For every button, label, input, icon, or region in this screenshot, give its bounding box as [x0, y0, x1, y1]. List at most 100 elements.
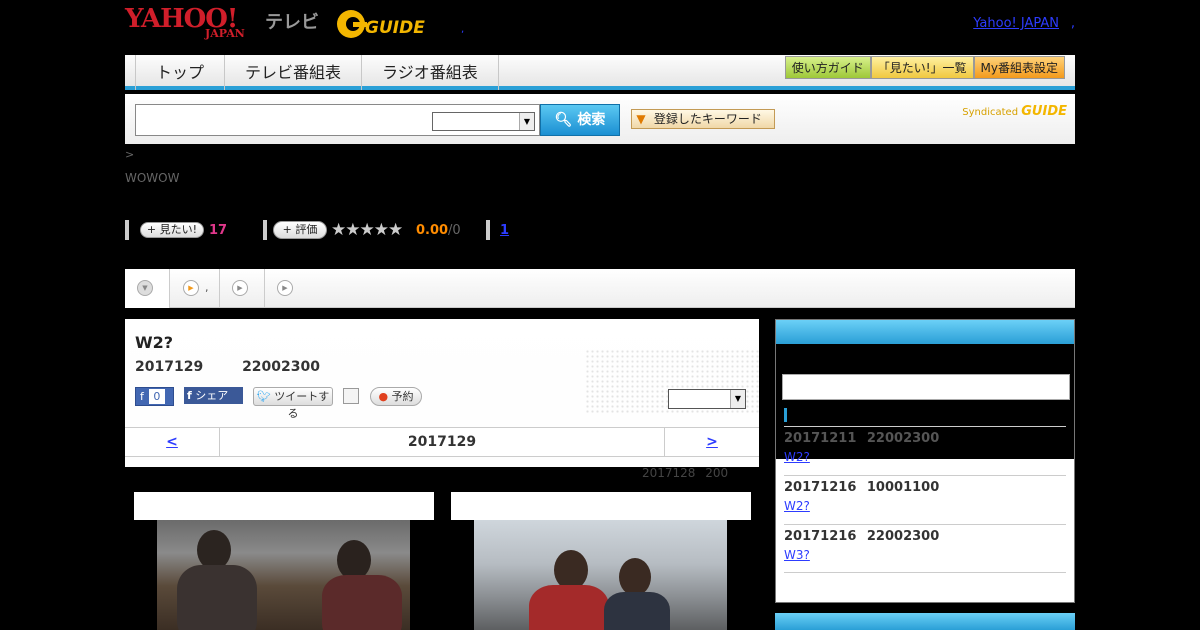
like-count: 0 — [148, 389, 165, 404]
search-button-label: 検索 — [577, 112, 606, 128]
play-icon: ▶ — [232, 280, 248, 296]
subtab-3[interactable]: ▶ — [220, 269, 265, 308]
rating-score: 0.00 — [416, 223, 449, 238]
plus-icon: + — [146, 223, 157, 236]
facebook-icon: f — [187, 389, 192, 402]
program-title: W2? — [135, 333, 174, 352]
sidebar-header — [776, 320, 1074, 344]
tab-tv-schedule[interactable]: テレビ番組表 — [225, 55, 363, 90]
photo-figure — [604, 592, 670, 630]
program-photo[interactable] — [474, 520, 727, 630]
watchlist-button[interactable]: 「見たい!」一覧 — [870, 56, 974, 79]
subtab-4[interactable]: ▶ — [265, 269, 310, 308]
photo-figure — [337, 540, 371, 580]
divider — [263, 220, 267, 240]
photo-figure — [619, 558, 651, 596]
want-to-watch-label: 見たい! — [159, 223, 198, 236]
yahoo-logo[interactable]: YAHOO! JAPAN — [125, 6, 245, 39]
next-date-link[interactable]: > — [664, 428, 759, 456]
facebook-share-button[interactable]: f シェア — [184, 387, 243, 404]
saved-keywords-button[interactable]: ▼ 登録したキーワード — [631, 109, 775, 129]
site-header: YAHOO! JAPAN テレビ GUIDE , Yahoo! JAPAN , — [125, 0, 1075, 55]
subtab-2-label: , — [205, 281, 209, 294]
star-rating: ★★★★★ — [331, 220, 403, 240]
triangle-down-icon: ▼ — [636, 112, 646, 126]
tweet-button[interactable]: 🐦︎ ツイートする — [253, 387, 333, 420]
syndicated-text: Syndicated — [962, 107, 1019, 118]
program-photo[interactable] — [157, 520, 410, 630]
guide-button[interactable]: 使い方ガイド — [784, 56, 871, 79]
subtab-1[interactable]: ▼ — [125, 269, 170, 308]
program-subtabs: ▼ ▶ , ▶ ▶ — [125, 269, 1075, 308]
broadcast-date: 20171216 10001100 — [784, 480, 940, 495]
want-to-watch-count: 17 — [209, 223, 228, 238]
photo-card — [134, 492, 434, 630]
saved-keywords-label: 登録したキーワード — [653, 112, 762, 126]
gguide-logo-text: GUIDE — [365, 18, 425, 38]
previous-date-link[interactable]: < — [125, 428, 220, 456]
rating-total: /0 — [448, 223, 461, 238]
plus-icon: + — [282, 223, 292, 236]
header-dot: , — [461, 24, 465, 35]
nav-tabs: トップ テレビ番組表 ラジオ番組表 — [135, 55, 499, 90]
program-detail: W2? 2017129 22002300 f0 f シェア 🐦︎ ツイートする … — [125, 319, 759, 467]
photo-figure — [322, 575, 402, 630]
related-broadcasts-sidebar: 20171211 22002300 W2? 20171216 10001100 … — [775, 319, 1075, 603]
chevron-down-icon: ▼ — [730, 390, 745, 408]
facebook-share-label: シェア — [195, 389, 229, 402]
broadcast-date: 20171211 22002300 — [784, 431, 940, 446]
search-category-select[interactable]: ▼ — [432, 112, 535, 131]
photo-figure — [177, 565, 257, 630]
divider — [486, 220, 490, 240]
previous-airtime: 2017128 200 — [642, 466, 729, 480]
search-button[interactable]: 🔍︎ 検索 — [540, 104, 620, 136]
record-reservation-button[interactable]: ● 予約 — [370, 387, 422, 406]
syndicated-logo-text: GUIDE — [1021, 104, 1067, 119]
tab-radio-schedule[interactable]: ラジオ番組表 — [362, 55, 499, 90]
list-item: 20171211 22002300 W2? — [784, 426, 1066, 475]
calendar-add-icon[interactable] — [343, 388, 359, 404]
rate-button[interactable]: + 評価 — [273, 221, 327, 239]
broadcast-list: 20171211 22002300 W2? 20171216 10001100 … — [784, 426, 1066, 573]
twitter-bird-icon: 🐦︎ — [256, 390, 271, 403]
want-to-watch-button[interactable]: + 見たい! — [140, 222, 204, 238]
tv-logo-text: テレビ — [265, 12, 319, 33]
play-icon: ▶ — [277, 280, 293, 296]
search-icon: 🔍︎ — [554, 112, 573, 128]
chevron-down-icon: ▼ — [519, 113, 534, 130]
review-count-link[interactable]: 1 — [500, 223, 509, 238]
my-schedule-button[interactable]: My番組表設定 — [973, 56, 1065, 79]
list-item: 20171216 10001100 W2? — [784, 475, 1066, 524]
broadcast-title-link[interactable]: W2? — [784, 499, 810, 513]
channel-name: WOWOW — [125, 171, 180, 185]
sidebar-search-input[interactable] — [782, 374, 1070, 400]
photo-caption-bar — [134, 492, 434, 520]
record-dot-icon: ● — [378, 390, 389, 403]
broadcast-title-link[interactable]: W2? — [784, 450, 810, 464]
gguide-logo[interactable]: GUIDE — [335, 6, 431, 42]
syndicated-logo: Syndicated GUIDE — [962, 104, 1067, 119]
photo-figure — [554, 550, 588, 590]
play-icon: ▶ — [183, 280, 199, 296]
program-option-select[interactable]: ▼ — [668, 389, 746, 409]
tab-top[interactable]: トップ — [136, 55, 226, 90]
program-airtime: 2017129 22002300 — [135, 359, 320, 375]
subtab-2[interactable]: ▶ , — [170, 269, 220, 308]
tweet-label: ツイートする — [274, 390, 330, 420]
facebook-icon: f — [140, 390, 144, 403]
record-reservation-label: 予約 — [391, 390, 414, 403]
divider — [125, 220, 129, 240]
japan-logo-text: JAPAN — [205, 27, 245, 40]
broadcast-date: 20171216 22002300 — [784, 529, 940, 544]
program-stats: + 見たい! 17 + 評価 ★★★★★ 0.00 /0 1 — [125, 220, 1075, 240]
breadcrumb[interactable]: > — [125, 148, 134, 161]
sidebar-next-header — [775, 613, 1075, 630]
current-date: 2017129 — [407, 434, 477, 450]
facebook-like-button[interactable]: f0 — [135, 387, 174, 406]
header-link-dot: , — [1070, 16, 1075, 31]
chevron-down-icon: ▼ — [137, 280, 153, 296]
broadcast-title-link[interactable]: W3? — [784, 548, 810, 562]
photo-caption-bar — [451, 492, 751, 520]
yahoo-japan-link[interactable]: Yahoo! JAPAN — [973, 16, 1059, 31]
nav-buttons: 使い方ガイド 「見たい!」一覧 My番組表設定 — [784, 56, 1065, 79]
